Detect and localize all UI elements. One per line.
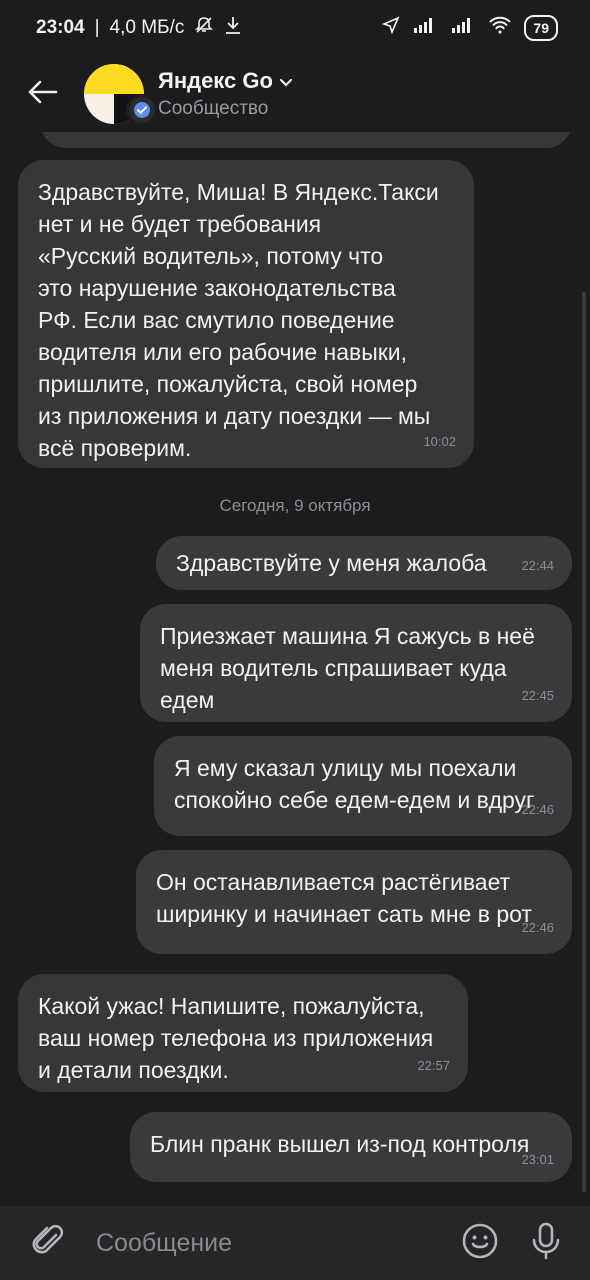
- date-separator: Сегодня, 9 октября: [219, 496, 371, 515]
- download-icon: [224, 15, 242, 41]
- mic-button[interactable]: [520, 1217, 572, 1269]
- chat-subtitle: Сообщество: [158, 98, 269, 119]
- attach-button[interactable]: [22, 1217, 74, 1269]
- message-time: 23:01: [521, 1152, 554, 1167]
- signal-icon-2: [450, 16, 476, 40]
- status-right: 79: [382, 15, 558, 41]
- chat-title-text: Яндекс Go: [158, 68, 273, 93]
- paperclip-icon: [29, 1222, 67, 1265]
- microphone-icon: [530, 1221, 562, 1266]
- status-divider: |: [94, 17, 100, 38]
- signal-icon: [412, 16, 438, 40]
- message-time: 22:46: [521, 920, 554, 935]
- message-input[interactable]: Сообщение: [96, 1229, 454, 1258]
- status-speed: 4,0 МБ/с: [109, 17, 185, 38]
- scrollbar[interactable]: [582, 292, 586, 1192]
- message-outgoing[interactable]: Приезжает машина Я сажусь в неё меня вод…: [140, 604, 572, 722]
- message-time: 22:57: [417, 1058, 450, 1073]
- chevron-down-icon: [279, 68, 293, 94]
- emoji-button[interactable]: [454, 1217, 506, 1269]
- wifi-icon: [488, 16, 512, 40]
- message-text: Приезжает машина Я сажусь в неё меня вод…: [160, 623, 535, 713]
- message-text: Здравствуйте, Миша! В Яндекс.Такси нет и…: [38, 179, 439, 461]
- status-left: 23:04 | 4,0 МБ/с: [36, 15, 242, 41]
- message-outgoing[interactable]: Он останавливается растёгивает ширинку и…: [136, 850, 572, 954]
- back-arrow-icon: [26, 79, 58, 110]
- chat-header: Яндекс Go Сообщество: [0, 56, 590, 132]
- message-composer: Сообщение: [0, 1206, 590, 1280]
- emoji-icon: [461, 1222, 499, 1265]
- chat-title: Яндекс Go: [158, 68, 293, 94]
- status-time: 23:04: [36, 17, 85, 38]
- message-text: Здравствуйте у меня жалоба: [176, 550, 487, 576]
- message-text: Я ему сказал улицу мы поехали спокойно с…: [174, 755, 535, 813]
- verified-check-icon: [126, 94, 158, 126]
- message-outgoing[interactable]: Здравствуйте у меня жалоба 22:44: [156, 536, 572, 590]
- message-outgoing[interactable]: Я ему сказал улицу мы поехали спокойно с…: [154, 736, 572, 836]
- chat-screen: 23:04 | 4,0 МБ/с 79 Яндекс Go Сообщество…: [0, 0, 590, 1280]
- back-button[interactable]: [0, 56, 84, 132]
- message-time: 10:02: [423, 434, 456, 449]
- message-incoming[interactable]: Какой ужас! Напишите, пожалуйста, ваш но…: [18, 974, 468, 1092]
- message-time: 22:44: [521, 558, 554, 573]
- message-time: 22:46: [521, 802, 554, 817]
- mute-icon: [194, 15, 214, 41]
- message-text: Он останавливается растёгивает ширинку и…: [156, 869, 532, 927]
- message-time: 22:45: [521, 688, 554, 703]
- message-list[interactable]: Здравствуйте, Миша! В Яндекс.Такси нет и…: [0, 132, 590, 1206]
- message-text: Какой ужас! Напишите, пожалуйста, ваш но…: [38, 993, 434, 1083]
- message-text: Блин пранк вышел из-под контроля: [150, 1131, 530, 1157]
- message-outgoing[interactable]: Блин пранк вышел из-под контроля 23:01: [130, 1112, 572, 1182]
- message-incoming[interactable]: Здравствуйте, Миша! В Яндекс.Такси нет и…: [18, 160, 474, 468]
- status-bar: 23:04 | 4,0 МБ/с 79: [0, 0, 590, 56]
- message-bubble-tail-prev: [40, 132, 572, 148]
- chat-title-block[interactable]: Яндекс Go Сообщество: [158, 68, 293, 120]
- battery-indicator: 79: [524, 15, 558, 41]
- location-icon: [382, 16, 400, 40]
